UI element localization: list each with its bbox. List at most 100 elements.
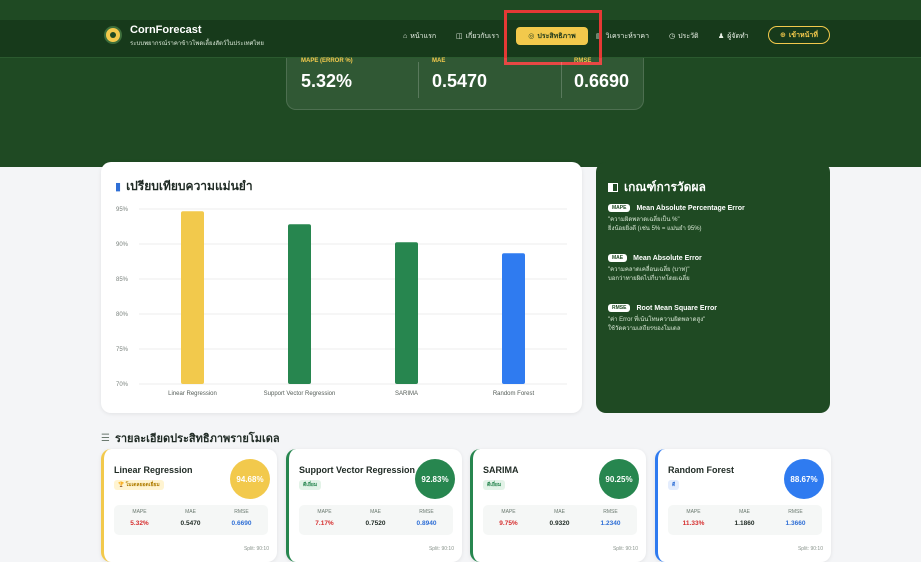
y-tick-label: 95%: [116, 207, 129, 213]
criteria-desc: ใช้วัดความเสถียรของโมเดล: [608, 326, 681, 332]
nav-developers[interactable]: ♟ ผู้จัดทำ: [718, 32, 749, 42]
criteria-title: เกณฑ์การวัดผล: [608, 178, 706, 197]
accuracy-circle: 94.68%: [230, 459, 270, 499]
model-name: Random Forest: [668, 465, 735, 475]
metric-value: 0.5470: [180, 520, 201, 527]
criteria-desc: บอกว่าทายผิดไปกี่บาทโดยเฉลี่ย: [608, 276, 690, 282]
kpi-rmse: RMSE 0.6690: [574, 58, 629, 92]
model-card[interactable]: Support Vector Regression ดีเยี่ยม 92.83% M…: [286, 449, 462, 562]
clock-icon: ◷: [669, 33, 676, 40]
red-highlight-box: [504, 10, 602, 65]
metric-mae: MAE 0.5470: [165, 509, 216, 527]
nav-about-label: เกี่ยวกับเรา: [465, 33, 500, 40]
brand-title[interactable]: CornForecast: [130, 24, 202, 36]
model-badge: 🏆 โมเดลยอดเยี่ยม: [114, 480, 164, 490]
criteria-name: Mean Absolute Percentage Error: [636, 204, 745, 212]
criteria-tag: RMSE: [608, 304, 631, 312]
model-card[interactable]: Random Forest ดี 88.67% MAPE 11.33% MAE 1.1860…: [655, 449, 831, 562]
details-section-title: ☰ รายละเอียดประสิทธิภาพรายโมเดล: [101, 429, 280, 447]
kpi-mape: MAPE (ERROR %) 5.32%: [301, 58, 353, 92]
metric-label: MAE: [370, 509, 381, 515]
metrics-box: MAPE 11.33% MAE 1.1860 RMSE 1.3660: [668, 505, 822, 535]
criteria-card: เกณฑ์การวัดผล MAPE Mean Absolute Percent…: [596, 162, 830, 413]
list-icon: ☰: [101, 432, 110, 444]
metric-mae: MAE 0.7520: [350, 509, 401, 527]
metric-mae: MAE 1.1860: [719, 509, 770, 527]
x-tick-label: Random Forest: [493, 391, 535, 397]
criteria-desc: "ความผิดพลาดเฉลี่ยเป็น %": [608, 217, 680, 223]
kpi-mape-label: MAPE (ERROR %): [301, 58, 353, 64]
login-button[interactable]: ⊕ เข้าหน้าที่: [768, 26, 830, 44]
criteria-item-mae: MAE Mean Absolute Error "ความคลาดเคลื่อน…: [608, 254, 820, 284]
metric-label: MAE: [185, 509, 196, 515]
metric-mape: MAPE 5.32%: [114, 509, 165, 527]
model-badge: ดีเยี่ยม: [483, 480, 506, 490]
model-card[interactable]: Linear Regression 🏆 โมเดลยอดเยี่ยม 94.68% M…: [101, 449, 277, 562]
criteria-item-rmse: RMSE Root Mean Square Error "ค่า Error ท…: [608, 304, 820, 334]
kpi-divider: [418, 62, 419, 98]
kpi-mape-value: 5.32%: [301, 71, 353, 91]
accuracy-chart-card: ▮ เปรียบเทียบความแม่นยำ 70% 75% 80% 85% 90% 9…: [101, 162, 582, 413]
nav-history[interactable]: ◷ ประวัติ: [669, 32, 699, 42]
metric-value: 0.9320: [549, 520, 570, 527]
login-label: เข้าหน้าที่: [788, 31, 818, 39]
bar-support-vector-regression: [288, 224, 311, 384]
kpi-mae-label: MAE: [432, 58, 446, 64]
metric-value: 1.2340: [600, 520, 621, 527]
metric-value: 7.17%: [315, 520, 334, 527]
corn-logo-icon[interactable]: [104, 26, 122, 44]
metric-rmse: RMSE 0.6690: [216, 509, 267, 527]
criteria-tag: MAE: [608, 254, 628, 262]
y-tick-label: 90%: [116, 242, 129, 248]
metric-label: RMSE: [788, 509, 803, 515]
kpi-mae-value: 0.5470: [432, 71, 488, 91]
criteria-desc: "ค่า Error ที่เน้นโทษความผิดพลาดสูง": [608, 317, 706, 323]
model-name: Linear Regression: [114, 465, 193, 475]
criteria-item-mape: MAPE Mean Absolute Percentage Error "ควา…: [608, 204, 820, 234]
y-tick-label: 85%: [116, 277, 129, 283]
model-card[interactable]: SARIMA ดีเยี่ยม 90.25% MAPE 9.75% MAE 0.9320 RM…: [470, 449, 646, 562]
model-badge: ดี: [668, 480, 680, 490]
metric-value: 9.75%: [499, 520, 518, 527]
criteria-tag: MAPE: [608, 204, 631, 212]
metric-rmse: RMSE 1.3660: [770, 509, 821, 527]
accuracy-circle: 88.67%: [784, 459, 824, 499]
metric-mae: MAE 0.9320: [534, 509, 585, 527]
metrics-box: MAPE 5.32% MAE 0.5470 RMSE 0.6690: [114, 505, 268, 535]
model-badge: ดีเยี่ยม: [299, 480, 322, 490]
kpi-panel: MAPE (ERROR %) 5.32% MAE 0.5470 RMSE 0.6…: [286, 58, 644, 110]
nav-developers-label: ผู้จัดทำ: [727, 33, 749, 40]
criteria-name: Root Mean Square Error: [636, 304, 717, 312]
accuracy-circle: 90.25%: [599, 459, 639, 499]
metric-rmse: RMSE 1.2340: [585, 509, 636, 527]
bar-linear-regression: [181, 211, 204, 384]
nav-home[interactable]: ⌂ หน้าแรก: [403, 32, 436, 42]
x-tick-label: Linear Regression: [168, 391, 217, 397]
x-tick-label: Support Vector Regression: [264, 391, 336, 397]
metric-label: RMSE: [234, 509, 249, 515]
model-name: SARIMA: [483, 465, 519, 475]
metric-value: 11.33%: [682, 520, 705, 527]
login-icon: ⊕: [780, 32, 786, 39]
nav-price-analysis-label: วิเคราะห์ราคา: [605, 33, 649, 40]
metric-label: RMSE: [603, 509, 618, 515]
home-icon: ⌂: [403, 33, 408, 40]
nav-history-label: ประวัติ: [678, 33, 699, 40]
kpi-mae: MAE 0.5470: [432, 58, 487, 92]
metric-mape: MAPE 7.17%: [299, 509, 350, 527]
metric-label: RMSE: [419, 509, 434, 515]
metric-value: 1.1860: [734, 520, 755, 527]
nav-price-analysis[interactable]: ▤ วิเคราะห์ราคา: [596, 32, 649, 42]
metric-label: MAPE: [501, 509, 516, 515]
criteria-desc: "ความคลาดเคลื่อนเฉลี่ย (บาท)": [608, 267, 690, 273]
metric-label: MAPE: [686, 509, 701, 515]
split-ratio: Split: 90:10: [428, 546, 454, 552]
people-icon: ♟: [718, 33, 725, 40]
bar-sarima: [395, 242, 418, 384]
metric-mape: MAPE 9.75%: [483, 509, 534, 527]
metric-label: MAE: [554, 509, 565, 515]
y-tick-label: 75%: [116, 347, 129, 353]
nav-about[interactable]: ◫ เกี่ยวกับเรา: [456, 32, 499, 42]
model-name: Support Vector Regression: [299, 465, 416, 475]
metric-value: 0.8940: [416, 520, 437, 527]
